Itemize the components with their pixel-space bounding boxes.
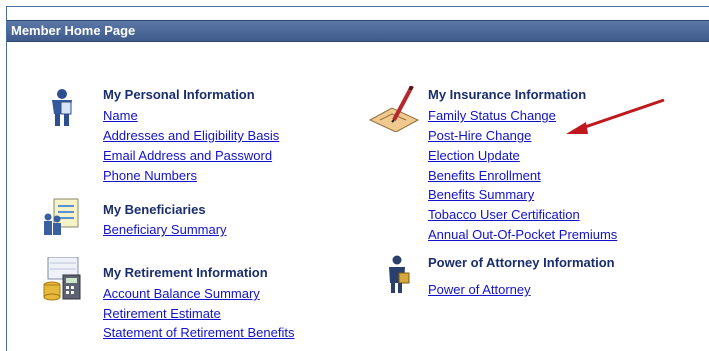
family-status-change-link[interactable]: Family Status Change <box>428 108 556 123</box>
out-of-pocket-premiums-link[interactable]: Annual Out-Of-Pocket Premiums <box>428 227 617 242</box>
personal-info-heading: My Personal Information <box>103 87 255 102</box>
insurance-pen-icon <box>368 86 420 132</box>
beneficiary-summary-link[interactable]: Beneficiary Summary <box>103 222 227 237</box>
red-arrow-annotation <box>566 98 665 134</box>
attorney-heading: Power of Attorney Information <box>428 255 615 270</box>
retirement-heading: My Retirement Information <box>103 265 268 280</box>
email-password-link[interactable]: Email Address and Password <box>103 148 272 163</box>
attorney-person-icon <box>389 255 410 293</box>
addresses-eligibility-link[interactable]: Addresses and Eligibility Basis <box>103 128 279 143</box>
retirement-estimate-link[interactable]: Retirement Estimate <box>103 306 221 321</box>
account-balance-link[interactable]: Account Balance Summary <box>103 286 260 301</box>
person-id-icon <box>52 89 72 126</box>
post-hire-change-link[interactable]: Post-Hire Change <box>428 128 531 143</box>
statement-retirement-link[interactable]: Statement of Retirement Benefits <box>103 325 294 340</box>
election-update-link[interactable]: Election Update <box>428 148 520 163</box>
beneficiaries-heading: My Beneficiaries <box>103 202 206 217</box>
retirement-calculator-icon <box>43 257 81 301</box>
name-link[interactable]: Name <box>103 108 138 123</box>
beneficiaries-icon <box>44 198 79 235</box>
tobacco-user-link[interactable]: Tobacco User Certification <box>428 207 580 222</box>
insurance-heading: My Insurance Information <box>428 87 587 102</box>
phone-numbers-link[interactable]: Phone Numbers <box>103 168 197 183</box>
page-header: Member Home Page <box>7 20 709 42</box>
page-title: Member Home Page <box>11 23 136 38</box>
power-of-attorney-link[interactable]: Power of Attorney <box>428 282 531 297</box>
benefits-summary-link[interactable]: Benefits Summary <box>428 187 534 202</box>
benefits-enrollment-link[interactable]: Benefits Enrollment <box>428 168 541 183</box>
